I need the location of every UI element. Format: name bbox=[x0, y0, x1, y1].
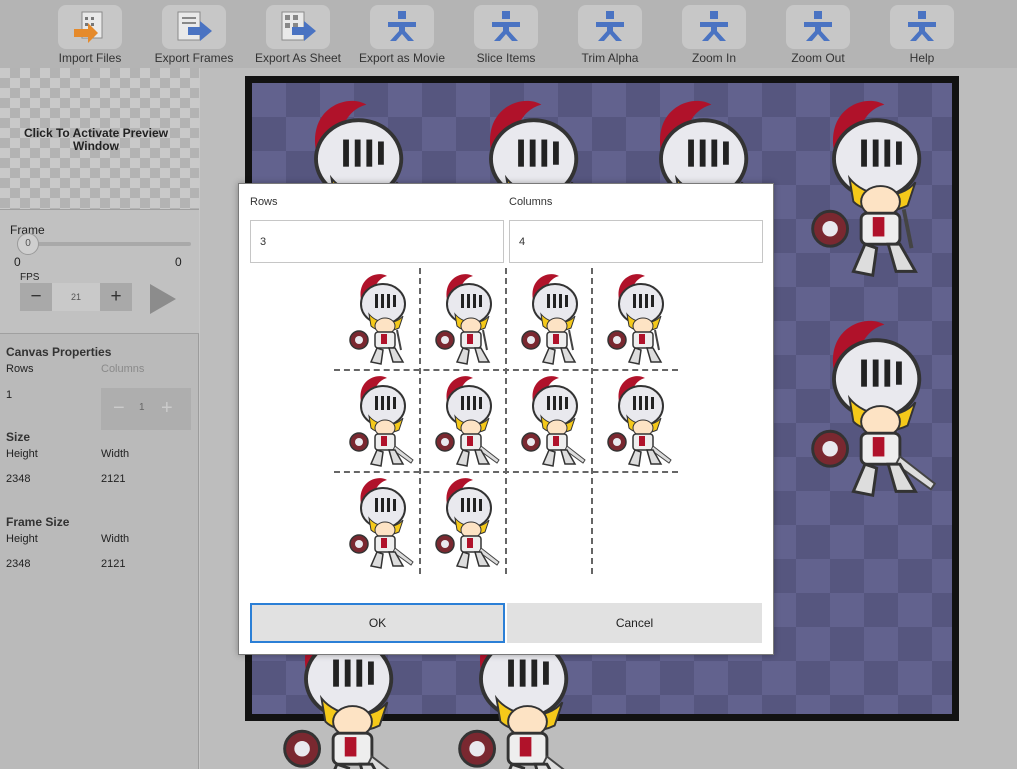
size-title: Size bbox=[6, 430, 31, 444]
columns-stepper[interactable]: − 1 + bbox=[101, 388, 191, 430]
export-as-sheet-button[interactable]: Export As Sheet bbox=[246, 3, 350, 67]
help-label: Help bbox=[909, 51, 935, 65]
slice-preview-cell bbox=[334, 472, 420, 574]
export-as-movie-label: Export as Movie bbox=[358, 51, 446, 65]
left-panel: Click To Activate Preview Window Frame 0… bbox=[0, 68, 199, 769]
frame-min-value: 0 bbox=[14, 255, 21, 269]
frame-section: Frame 0 0 0 FPS − 21 + bbox=[0, 209, 199, 334]
fps-increase-button[interactable]: + bbox=[100, 283, 132, 311]
export-frames-label: Export Frames bbox=[154, 51, 234, 65]
slice-items-label: Slice Items bbox=[476, 51, 536, 65]
size-height-value: 2348 bbox=[6, 473, 31, 485]
cancel-button[interactable]: Cancel bbox=[507, 603, 762, 643]
dialog-rows-label: Rows bbox=[250, 196, 278, 208]
slice-preview-cell bbox=[420, 370, 506, 472]
trim-alpha-icon bbox=[578, 5, 642, 49]
export-frames-icon bbox=[162, 5, 226, 49]
size-height-label: Height bbox=[6, 448, 38, 460]
slice-preview-cell bbox=[334, 268, 420, 370]
frame-slider-track[interactable] bbox=[18, 242, 191, 246]
export-sheet-icon bbox=[266, 5, 330, 49]
preview-activate-text: Click To Activate Preview Window bbox=[23, 126, 169, 153]
slice-grid-line bbox=[334, 369, 678, 371]
slice-grid-line bbox=[505, 268, 507, 574]
frame-size-width-value: 2121 bbox=[101, 558, 126, 570]
slice-preview-cell bbox=[592, 268, 678, 370]
fps-label: FPS bbox=[20, 272, 40, 283]
export-as-movie-button[interactable]: Export as Movie bbox=[350, 3, 454, 67]
frame-max-value: 0 bbox=[175, 255, 182, 269]
fps-decrease-button[interactable]: − bbox=[20, 283, 52, 311]
slice-items-button[interactable]: Slice Items bbox=[454, 3, 558, 67]
preview-window[interactable]: Click To Activate Preview Window bbox=[0, 68, 199, 209]
columns-label: Columns bbox=[101, 363, 145, 375]
zoom-in-icon bbox=[682, 5, 746, 49]
size-width-label: Width bbox=[101, 448, 130, 460]
play-icon[interactable] bbox=[148, 282, 178, 316]
slice-preview-cell bbox=[506, 370, 592, 472]
export-as-sheet-label: Export As Sheet bbox=[254, 51, 342, 65]
slice-grid-line bbox=[591, 268, 593, 574]
frame-size-height-label: Height bbox=[6, 533, 38, 545]
toolbar: Import Files Export Frames Export As She… bbox=[0, 0, 1017, 68]
columns-decrease-button[interactable]: − bbox=[113, 397, 125, 420]
ok-button[interactable]: OK bbox=[250, 603, 505, 643]
slice-dialog: Rows Columns 3 4 OK Cancel bbox=[238, 183, 774, 655]
help-button[interactable]: Help bbox=[870, 3, 974, 67]
columns-input[interactable] bbox=[509, 220, 763, 263]
slice-preview-cell bbox=[334, 370, 420, 472]
fps-value[interactable]: 21 bbox=[52, 283, 100, 311]
slice-grid-line bbox=[419, 268, 421, 574]
export-movie-icon bbox=[370, 5, 434, 49]
frame-size-width-label: Width bbox=[101, 533, 130, 545]
sprite-frame bbox=[790, 313, 940, 506]
export-frames-button[interactable]: Export Frames bbox=[142, 3, 246, 67]
trim-alpha-button[interactable]: Trim Alpha bbox=[558, 3, 662, 67]
frame-size-title: Frame Size bbox=[6, 515, 70, 529]
slice-preview-cell bbox=[420, 472, 506, 574]
zoom-in-label: Zoom In bbox=[691, 51, 736, 65]
import-files-button[interactable]: Import Files bbox=[38, 3, 142, 67]
import-files-label: Import Files bbox=[58, 51, 122, 65]
slice-preview-grid bbox=[334, 268, 678, 574]
slice-preview-cell bbox=[592, 370, 678, 472]
slice-preview-cell bbox=[506, 268, 592, 370]
columns-increase-button[interactable]: + bbox=[161, 397, 173, 420]
rows-value[interactable]: 1 bbox=[6, 389, 12, 401]
size-width-value: 2121 bbox=[101, 473, 126, 485]
zoom-out-button[interactable]: Zoom Out bbox=[766, 3, 870, 67]
frame-size-height-value: 2348 bbox=[6, 558, 31, 570]
frame-slider-thumb[interactable]: 0 bbox=[17, 233, 39, 255]
trim-alpha-label: Trim Alpha bbox=[581, 51, 639, 65]
canvas-properties-panel: Canvas Properties Rows Columns 1 − 1 + S… bbox=[0, 334, 199, 769]
dialog-columns-label: Columns bbox=[509, 196, 553, 208]
rows-input[interactable] bbox=[250, 220, 504, 263]
slice-items-icon bbox=[474, 5, 538, 49]
zoom-out-label: Zoom Out bbox=[791, 51, 845, 65]
zoom-in-button[interactable]: Zoom In bbox=[662, 3, 766, 67]
canvas-properties-title: Canvas Properties bbox=[6, 345, 112, 359]
slice-grid-line bbox=[334, 471, 678, 473]
columns-value: 1 bbox=[139, 402, 145, 413]
slice-preview-cell bbox=[420, 268, 506, 370]
import-files-icon bbox=[58, 5, 122, 49]
help-icon bbox=[890, 5, 954, 49]
sprite-frame bbox=[790, 93, 940, 286]
rows-label: Rows bbox=[6, 363, 34, 375]
zoom-out-icon bbox=[786, 5, 850, 49]
